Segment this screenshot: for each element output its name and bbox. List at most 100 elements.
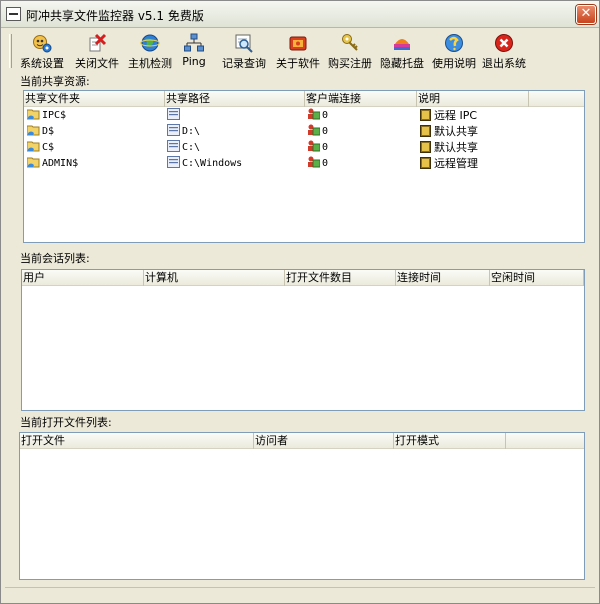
shared-folder-icon	[27, 109, 40, 120]
open-files-list-header: 打开文件 访问者 打开模式	[20, 433, 584, 449]
sessions-col-user[interactable]: 用户	[22, 270, 144, 286]
exit-icon	[495, 34, 513, 52]
open-files-list[interactable]: 打开文件 访问者 打开模式	[19, 432, 585, 580]
share-clients-cell: 0	[307, 108, 328, 124]
help-icon	[445, 34, 463, 52]
shares-section-label: 当前共享资源:	[20, 75, 90, 88]
table-row[interactable]: C$ C:\ 0 默认共享	[24, 140, 584, 156]
window-title: 阿冲共享文件监控器 v5.1 免费版	[26, 9, 204, 23]
share-path-cell: C:\Windows	[167, 156, 242, 172]
toolbar-ping-button[interactable]: Ping	[179, 30, 209, 72]
share-name-cell: ADMIN$	[27, 156, 78, 172]
path-icon	[167, 124, 180, 136]
table-row[interactable]: IPC$ 0 远程 IPC	[24, 108, 584, 124]
toolbar-host-check-button[interactable]: 主机检测	[121, 30, 179, 72]
sessions-section-label: 当前会话列表:	[20, 252, 90, 265]
sessions-col-computer[interactable]: 计算机	[144, 270, 285, 286]
open-files-col-accessor[interactable]: 访问者	[254, 433, 394, 449]
share-path-cell	[167, 108, 182, 124]
sessions-col-open-files[interactable]: 打开文件数目	[285, 270, 396, 286]
title-bar[interactable]: 阿冲共享文件监控器 v5.1 免费版 ✕	[1, 1, 599, 28]
path-icon	[167, 140, 180, 152]
toolbar-exit-label: 退出系统	[482, 57, 526, 70]
share-name-cell: C$	[27, 140, 54, 156]
share-path-cell: C:\	[167, 140, 200, 156]
share-path: C:\Windows	[182, 158, 243, 169]
share-desc-cell: 默认共享	[419, 140, 478, 156]
share-name-cell: IPC$	[27, 108, 66, 124]
toolbar-host-check-label: 主机检测	[128, 57, 172, 70]
toolbar-settings-label: 系统设置	[20, 57, 64, 70]
main-window: 阿冲共享文件监控器 v5.1 免费版 ✕ 系统设置 关闭文件 主机检测 Ping…	[0, 0, 600, 604]
share-clients-cell: 0	[307, 124, 328, 140]
gear-person-icon	[33, 35, 52, 53]
toolbar-grip[interactable]	[9, 34, 12, 68]
toolbar-log-label: 记录查询	[222, 57, 266, 70]
shares-col-clients[interactable]: 客户端连接	[305, 91, 417, 107]
toolbar-settings-button[interactable]: 系统设置	[14, 30, 70, 72]
close-file-icon	[89, 33, 107, 52]
client-connection-icon	[308, 140, 320, 152]
open-files-col-mode[interactable]: 打开模式	[394, 433, 506, 449]
shares-col-path[interactable]: 共享路径	[165, 91, 305, 107]
path-icon	[167, 108, 180, 120]
toolbar-tray-label: 隐藏托盘	[380, 57, 424, 70]
sessions-col-idle-time[interactable]: 空闲时间	[490, 270, 584, 286]
toolbar-close-file-button[interactable]: 关闭文件	[69, 30, 125, 72]
toolbar-tray-button[interactable]: 隐藏托盘	[375, 30, 429, 72]
sessions-col-connect-time[interactable]: 连接时间	[396, 270, 490, 286]
share-clients-cell: 0	[307, 156, 328, 172]
share-path-cell: D:\	[167, 124, 200, 140]
share-name: ADMIN$	[42, 158, 79, 169]
system-menu-icon[interactable]	[6, 7, 21, 21]
toolbar-close-file-label: 关闭文件	[75, 57, 119, 70]
toolbar-log-button[interactable]: 记录查询	[217, 30, 271, 72]
share-name: C$	[42, 142, 55, 153]
client-connection-icon	[308, 156, 320, 168]
note-icon	[420, 141, 431, 153]
shares-col-folder[interactable]: 共享文件夹	[24, 91, 165, 107]
share-path: D:\	[182, 126, 201, 137]
share-clients: 0	[322, 142, 329, 153]
client-connection-icon	[308, 108, 320, 120]
table-row[interactable]: D$ D:\ 0 默认共享	[24, 124, 584, 140]
toolbar: 系统设置 关闭文件 主机检测 Ping 记录查询 关于软件 购买注册 隐藏托盘 …	[9, 30, 595, 72]
share-clients: 0	[322, 158, 329, 169]
globe-icon	[140, 34, 160, 52]
share-desc: 远程 IPC	[434, 109, 478, 122]
toolbar-exit-button[interactable]: 退出系统	[477, 30, 531, 72]
open-files-col-file[interactable]: 打开文件	[20, 433, 254, 449]
tray-icon	[394, 39, 410, 50]
about-icon	[289, 36, 307, 51]
key-icon	[342, 34, 358, 51]
share-clients: 0	[322, 126, 329, 137]
share-desc-cell: 远程 IPC	[419, 108, 477, 124]
shares-list[interactable]: 共享文件夹 共享路径 客户端连接 说明 IPC$ 0 远程 IPC D$ D:\…	[23, 90, 585, 243]
close-window-button[interactable]: ✕	[576, 5, 596, 24]
toolbar-help-button[interactable]: 使用说明	[427, 30, 481, 72]
toolbar-register-button[interactable]: 购买注册	[323, 30, 377, 72]
share-name: IPC$	[42, 110, 67, 121]
share-name-cell: D$	[27, 124, 54, 140]
share-desc-cell: 远程管理	[419, 156, 478, 172]
share-desc: 默认共享	[434, 141, 478, 154]
share-name: D$	[42, 126, 55, 137]
status-bar	[5, 587, 595, 601]
table-row[interactable]: ADMIN$ C:\Windows 0 远程管理	[24, 156, 584, 172]
sessions-list[interactable]: 用户 计算机 打开文件数目 连接时间 空闲时间	[21, 269, 585, 411]
note-icon	[420, 125, 431, 137]
network-icon	[184, 33, 204, 52]
open-files-section-label: 当前打开文件列表:	[20, 416, 112, 429]
toolbar-about-button[interactable]: 关于软件	[271, 30, 325, 72]
share-clients: 0	[322, 110, 329, 121]
toolbar-register-label: 购买注册	[328, 57, 372, 70]
share-desc-cell: 默认共享	[419, 124, 478, 140]
toolbar-help-label: 使用说明	[432, 57, 476, 70]
shares-list-header: 共享文件夹 共享路径 客户端连接 说明	[24, 91, 584, 107]
shared-folder-icon	[27, 157, 40, 168]
share-path: C:\	[182, 142, 201, 153]
note-icon	[420, 157, 431, 169]
share-clients-cell: 0	[307, 140, 328, 156]
note-icon	[420, 109, 431, 121]
shares-col-desc[interactable]: 说明	[417, 91, 529, 107]
